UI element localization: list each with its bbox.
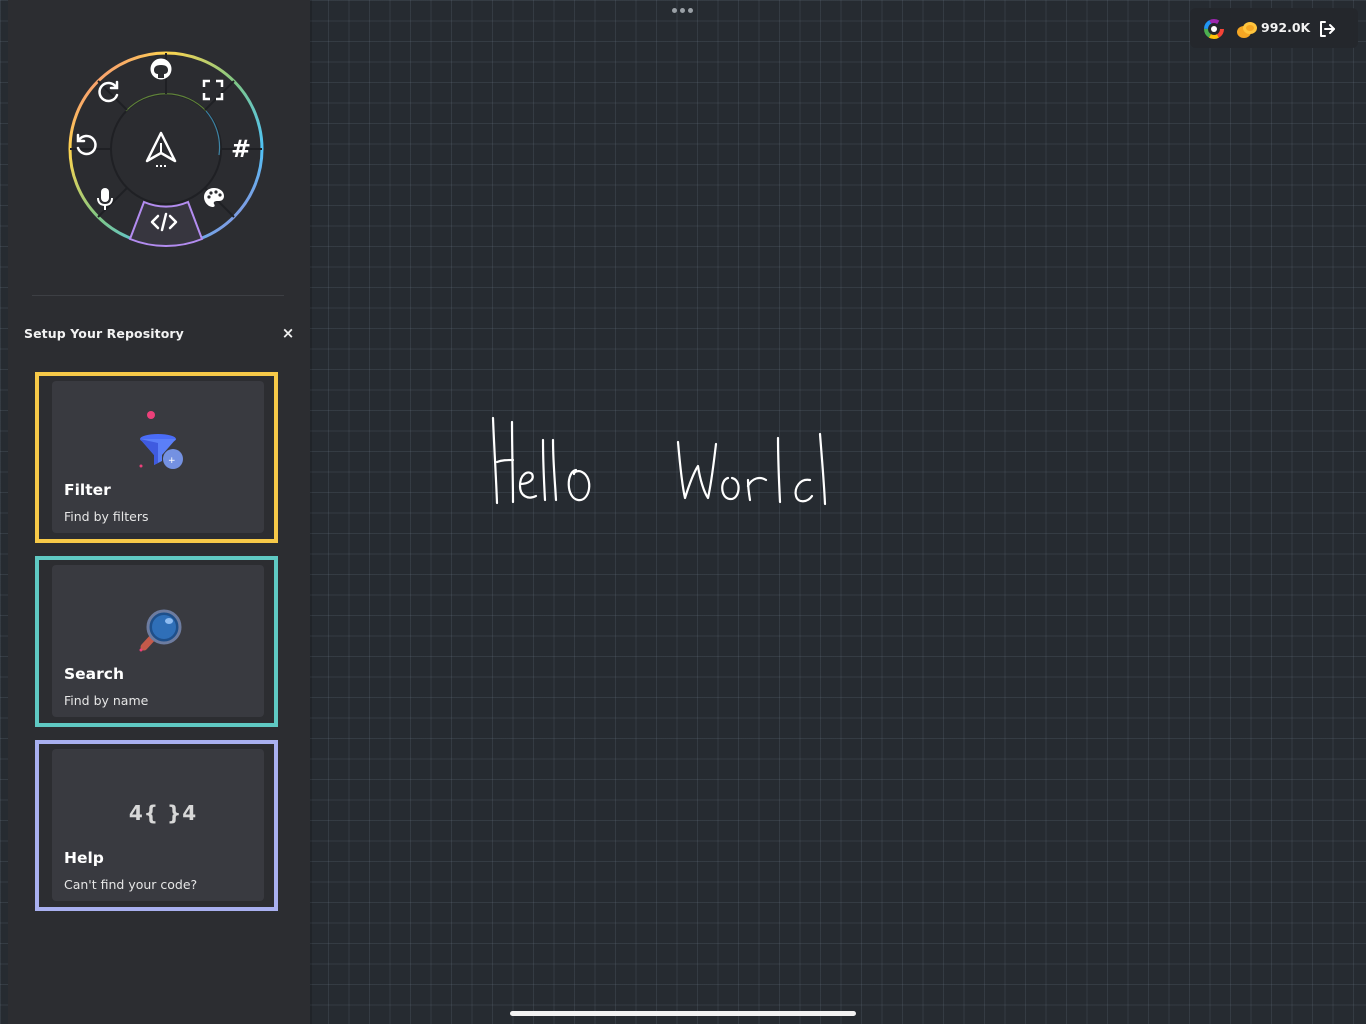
github-icon[interactable] — [149, 57, 183, 91]
hashtag-icon[interactable]: # — [224, 132, 258, 166]
palette-icon[interactable] — [202, 186, 236, 220]
coins-icon — [1235, 19, 1259, 39]
filter-card[interactable]: + Filter Find by filters — [35, 372, 278, 543]
radial-menu: # — [59, 45, 273, 259]
redo-icon[interactable] — [96, 79, 130, 113]
fullscreen-icon[interactable] — [202, 79, 236, 113]
top-status-bar: 992.0K — [1190, 8, 1358, 48]
filter-card-subtitle: Find by filters — [64, 509, 149, 524]
search-card-subtitle: Find by name — [64, 693, 149, 708]
send-paper-plane-icon[interactable] — [141, 129, 191, 173]
color-wheel-icon[interactable] — [1204, 19, 1224, 39]
help-card-title: Help — [64, 849, 104, 867]
home-indicator — [510, 1011, 856, 1016]
sidebar-divider — [32, 295, 284, 296]
help-card-body: 4{ }4 Help Can't find your code? — [52, 749, 264, 901]
setup-title: Setup Your Repository — [24, 326, 184, 341]
search-card-body: Search Find by name — [52, 565, 264, 717]
search-card[interactable]: Search Find by name — [35, 556, 278, 727]
filter-card-title: Filter — [64, 481, 111, 499]
svg-text:+: + — [168, 456, 176, 466]
search-card-title: Search — [64, 665, 125, 683]
help-card-subtitle: Can't find your code? — [64, 877, 198, 892]
logout-icon[interactable] — [1317, 19, 1337, 39]
help-card[interactable]: 4{ }4 Help Can't find your code? — [35, 740, 278, 911]
magnifier-icon — [128, 587, 188, 657]
handwritten-text[interactable] — [480, 400, 840, 524]
funnel-icon: + — [128, 403, 188, 473]
more-options-icon[interactable] — [672, 8, 696, 16]
filter-card-body: + Filter Find by filters — [52, 381, 264, 533]
code-icon[interactable] — [149, 211, 183, 245]
coin-balance: 992.0K — [1261, 20, 1311, 35]
404-icon: 4{ }4 — [128, 801, 198, 825]
undo-icon[interactable] — [73, 132, 107, 166]
sidebar-panel: # Setup Your Repository × + Filter Find … — [8, 0, 310, 1024]
close-button[interactable]: × — [278, 322, 298, 344]
microphone-icon[interactable] — [95, 186, 129, 220]
